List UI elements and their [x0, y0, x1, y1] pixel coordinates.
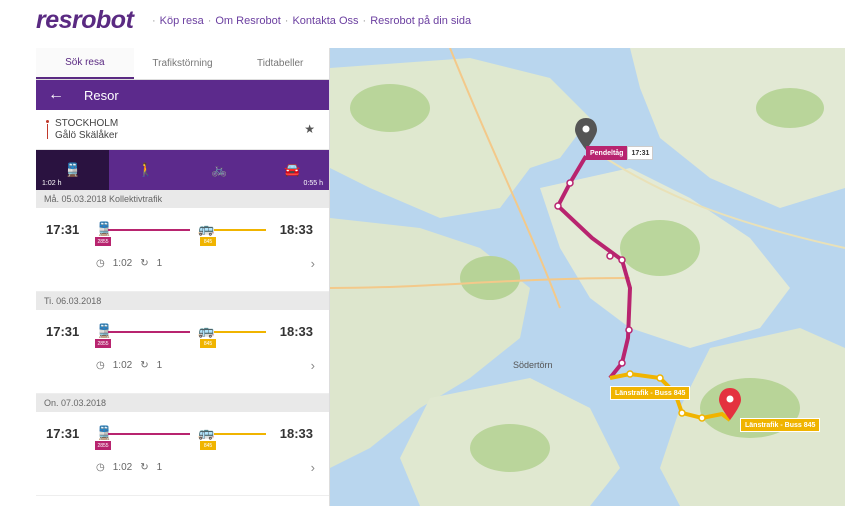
transfer-icon: ↻: [140, 258, 149, 269]
bus-icon: 🚌: [198, 221, 215, 236]
bus-label-2: Länstrafik - Buss 845: [740, 418, 821, 432]
resrobot-logo[interactable]: resrobot: [36, 6, 134, 35]
trip-row[interactable]: 17:31 🚆 2855 🚌 845 18:33 ◷ 1:02 ↻ 1 ›: [36, 208, 329, 292]
trip-header-title: Resor: [84, 87, 119, 103]
tab-tidtabeller[interactable]: Tidtabeller: [231, 48, 329, 79]
trip-duration: 1:02: [112, 258, 133, 269]
route-to: Gålö Skälåker: [55, 129, 118, 141]
bus-segment: [214, 229, 266, 231]
clock-icon: ◷: [96, 462, 105, 473]
nav-om-resrobot[interactable]: Om Resrobot: [215, 15, 280, 27]
departure-time: 17:31: [46, 324, 80, 339]
mode-train-time: 1:02 h: [42, 180, 62, 187]
mode-selector: 🚆 1:02 h 🚶 🚲 🚘 0:55 h: [36, 150, 329, 190]
date-header: Ti. 06.03.2018: [36, 292, 329, 310]
arrival-time: 18:33: [279, 222, 313, 237]
bus-icon: 🚌: [198, 323, 215, 338]
route-summary: STOCKHOLM Gålö Skälåker ★: [36, 110, 329, 150]
nav-resrobot-pa-din-sida[interactable]: Resrobot på din sida: [370, 15, 471, 27]
route-from: STOCKHOLM: [55, 117, 119, 129]
pendeltag-label: Pendeltåg 17:31: [586, 146, 654, 160]
train-line-badge: 2855: [95, 441, 111, 450]
route-line-icon: [46, 119, 49, 140]
map-canvas: [330, 48, 845, 506]
train-icon: 🚆: [64, 162, 81, 177]
trip-row[interactable]: 17:31 🚆 2855 🚌 845 18:33 ◷ 1:02 ↻ 1 ›: [36, 412, 329, 496]
trip-changes: 1: [156, 258, 163, 269]
mode-walk[interactable]: 🚶: [109, 150, 182, 190]
departure-time: 17:31: [46, 222, 80, 237]
trip-duration: 1:02: [112, 360, 133, 371]
mode-bike[interactable]: 🚲: [183, 150, 256, 190]
top-nav: · Köp resa · Om Resrobot · Kontakta Oss …: [152, 15, 472, 27]
bus-line-badge: 845: [200, 237, 216, 246]
trip-meta: ◷ 1:02 ↻ 1: [96, 258, 162, 269]
chevron-right-icon[interactable]: ›: [311, 358, 315, 373]
tab-bar: Sök resa Trafikstörning Tidtabeller: [36, 48, 329, 80]
nav-kontakta-oss[interactable]: Kontakta Oss: [292, 15, 358, 27]
bus-label-1: Länstrafik - Buss 845: [610, 386, 691, 400]
transfer-icon: ↻: [140, 360, 149, 371]
mode-train[interactable]: 🚆 1:02 h: [36, 150, 110, 190]
bus-line-badge: 845: [200, 339, 216, 348]
date-header: On. 07.03.2018: [36, 394, 329, 412]
bus-line-badge: 845: [200, 441, 216, 450]
map[interactable]: Södertörn Pendeltåg 17:31 Länstrafik - B…: [330, 48, 845, 506]
trip-changes: 1: [156, 462, 163, 473]
chevron-right-icon[interactable]: ›: [311, 460, 315, 475]
nav-kop-resa[interactable]: Köp resa: [160, 15, 204, 27]
car-icon: 🚘: [284, 162, 301, 177]
top-bar: resrobot · Köp resa · Om Resrobot · Kont…: [0, 0, 845, 44]
train-segment: [108, 331, 190, 333]
train-line-badge: 2855: [95, 339, 111, 348]
mode-car-time: 0:55 h: [303, 180, 323, 187]
sidebar: Sök resa Trafikstörning Tidtabeller ← Re…: [36, 48, 330, 506]
arrival-time: 18:33: [279, 324, 313, 339]
tab-sok-resa[interactable]: Sök resa: [36, 48, 134, 79]
map-label-sodertorn: Södertörn: [513, 360, 553, 370]
trip-header: ← Resor: [36, 80, 329, 110]
transfer-icon: ↻: [140, 462, 149, 473]
star-icon[interactable]: ★: [304, 122, 315, 136]
train-segment: [108, 433, 190, 435]
trip-meta: ◷ 1:02 ↻ 1: [96, 360, 162, 371]
tab-trafikstorning[interactable]: Trafikstörning: [134, 48, 232, 79]
train-line-badge: 2855: [95, 237, 111, 246]
bike-icon: 🚲: [211, 162, 228, 177]
mode-car[interactable]: 🚘 0:55 h: [256, 150, 329, 190]
clock-icon: ◷: [96, 360, 105, 371]
bus-segment: [214, 433, 266, 435]
trip-meta: ◷ 1:02 ↻ 1: [96, 462, 162, 473]
date-header: Må. 05.03.2018 Kollektivtrafik: [36, 190, 329, 208]
clock-icon: ◷: [96, 258, 105, 269]
departure-time: 17:31: [46, 426, 80, 441]
arrow-left-icon[interactable]: ←: [48, 86, 64, 104]
bus-icon: 🚌: [198, 425, 215, 440]
train-segment: [108, 229, 190, 231]
trip-row[interactable]: 17:31 🚆 2855 🚌 845 18:33 ◷ 1:02 ↻ 1 ›: [36, 310, 329, 394]
chevron-right-icon[interactable]: ›: [311, 256, 315, 271]
trip-changes: 1: [156, 360, 163, 371]
bus-segment: [214, 331, 266, 333]
walk-icon: 🚶: [137, 162, 154, 177]
arrival-time: 18:33: [279, 426, 313, 441]
trip-duration: 1:02: [112, 462, 133, 473]
